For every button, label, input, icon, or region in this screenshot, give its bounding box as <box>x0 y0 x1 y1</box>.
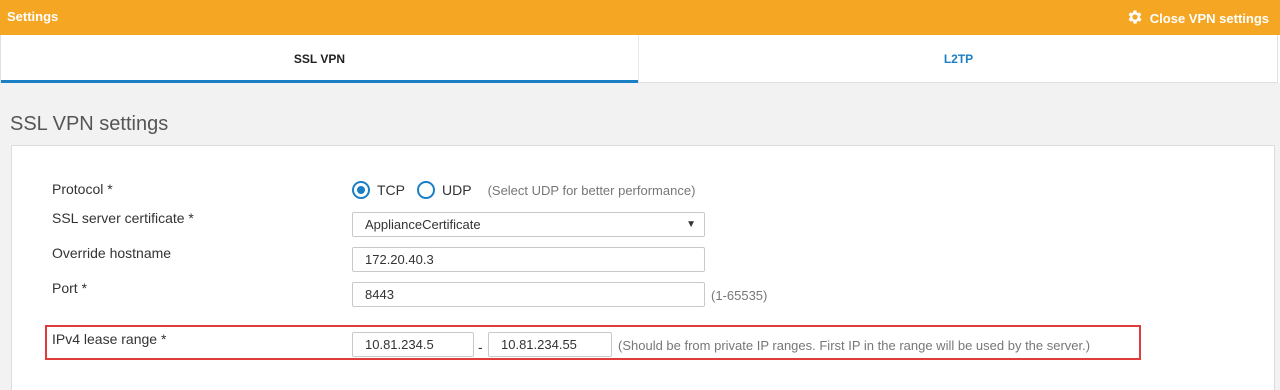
protocol-hint: (Select UDP for better performance) <box>487 182 696 198</box>
lease-range-start-value: 10.81.234.5 <box>365 337 434 352</box>
lease-range-hint: (Should be from private IP ranges. First… <box>618 338 1091 353</box>
header-bar: Settings Close VPN settings <box>0 0 1280 35</box>
hostname-value: 172.20.40.3 <box>365 252 434 267</box>
lease-range-separator: - <box>478 339 483 355</box>
hostname-label: Override hostname <box>52 245 172 261</box>
protocol-udp-label: UDP <box>442 182 472 198</box>
certificate-label: SSL server certificate * <box>52 210 194 226</box>
lease-range-end-value: 10.81.234.55 <box>501 337 577 352</box>
protocol-udp-radio[interactable]: UDP <box>417 181 472 199</box>
tab-bar: SSL VPN L2TP <box>0 35 1278 83</box>
port-label: Port * <box>52 280 88 296</box>
section-title: SSL VPN settings <box>10 113 169 135</box>
protocol-radio-group: TCP UDP (Select UDP for better performan… <box>352 181 695 199</box>
protocol-tcp-label: TCP <box>377 182 405 198</box>
header-title: Settings <box>7 9 59 24</box>
port-hint: (1-65535) <box>711 288 768 303</box>
tab-ssl-vpn[interactable]: SSL VPN <box>1 35 638 83</box>
hostname-input[interactable]: 172.20.40.3 <box>352 247 705 272</box>
dropdown-arrow-icon: ▼ <box>686 219 696 230</box>
certificate-value: ApplianceCertificate <box>365 217 481 232</box>
radio-unselected-icon <box>417 181 435 199</box>
tab-l2tp[interactable]: L2TP <box>638 35 1278 82</box>
lease-range-end-input[interactable]: 10.81.234.55 <box>488 332 612 357</box>
protocol-tcp-radio[interactable]: TCP <box>352 181 405 199</box>
port-value: 8443 <box>365 287 394 302</box>
close-vpn-settings-label: Close VPN settings <box>1149 11 1269 26</box>
protocol-label: Protocol * <box>52 181 113 197</box>
radio-selected-icon <box>352 181 370 199</box>
port-input[interactable]: 8443 <box>352 282 705 307</box>
lease-range-start-input[interactable]: 10.81.234.5 <box>352 332 474 357</box>
close-vpn-settings-button[interactable]: Close VPN settings <box>1126 8 1269 29</box>
lease-range-label: IPv4 lease range * <box>52 331 167 347</box>
certificate-select[interactable]: ApplianceCertificate ▼ <box>352 212 705 237</box>
gear-icon <box>1126 8 1144 29</box>
